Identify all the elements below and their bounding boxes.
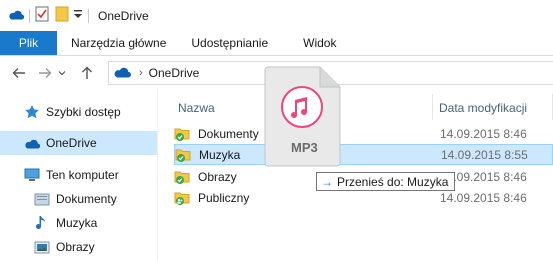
recent-locations-button[interactable] [56,62,68,84]
music-note-icon [34,215,50,231]
tab-view[interactable]: Widok [283,31,351,55]
new-folder-icon[interactable] [55,6,69,25]
move-arrow-icon: → [321,174,333,189]
nav-item-quick-access[interactable]: Szybki dostęp [0,100,157,124]
nav-item-label: Dokumenty [56,192,117,206]
arrow-left-icon [12,68,25,78]
drag-tooltip: → Przenieś do: Muzyka [316,172,456,191]
pictures-icon [34,239,50,255]
tab-share[interactable]: Udostępnianie [181,31,283,55]
nav-item-documents[interactable]: Dokumenty [0,187,157,211]
tab-file[interactable]: Plik [0,31,57,55]
chevron-right-icon: › [139,67,143,79]
onedrive-cloud-icon [8,9,25,23]
nav-item-label: OneDrive [46,136,97,150]
synced-folder-icon [175,147,191,163]
nav-item-label: Ten komputer [46,168,119,182]
nav-item-label: Obrazy [56,240,95,254]
chevron-down-icon [58,71,66,76]
drag-tooltip-text: Przenieś do: Muzyka [337,174,449,189]
up-button[interactable] [76,62,98,84]
arrow-right-icon [39,68,52,78]
file-type-label: MP3 [291,140,318,155]
file-modified: 14.09.2015 8:55 [441,147,528,162]
nav-item-music[interactable]: Muzyka [0,211,157,235]
file-modified: 14.09.2015 8:46 [440,126,527,141]
nav-item-this-pc[interactable]: Ten komputer [0,163,157,187]
onedrive-cloud-icon [24,135,40,151]
table-row[interactable]: Dokumenty 14.09.2015 8:46 [174,123,553,144]
shared-folder-icon [174,190,190,206]
file-name: Obrazy [198,169,237,184]
file-name: Dokumenty [198,126,259,141]
arrow-up-icon [82,66,92,79]
column-header-modified[interactable]: Data modyfikacji [439,95,527,121]
column-header-name[interactable]: Nazwa [178,95,215,121]
dropdown-icon[interactable] [73,8,83,23]
table-row[interactable]: Muzyka 14.09.2015 8:55 [174,144,553,165]
toolbar-divider [88,8,89,23]
forward-button[interactable] [34,62,56,84]
navigation-pane: Szybki dostęp OneDrive Ten komputer Doku… [0,89,160,261]
file-name: Publiczny [198,190,250,205]
back-button[interactable] [8,62,30,84]
file-modified: 14.09.2015 8:46 [440,190,527,205]
file-name: Muzyka [199,147,241,162]
pane-divider[interactable] [157,89,158,261]
nav-item-label: Muzyka [56,216,98,230]
onedrive-cloud-icon [113,66,131,81]
computer-icon [24,167,40,183]
toolbar-divider [29,8,30,23]
star-icon [24,104,40,120]
quick-access-toolbar [0,0,94,31]
column-divider[interactable] [432,94,433,120]
breadcrumb-onedrive[interactable]: OneDrive [149,66,200,80]
synced-folder-icon [174,126,190,142]
properties-icon[interactable] [35,6,49,25]
window-title: OneDrive [98,8,149,23]
synced-folder-icon [174,169,190,185]
nav-item-onedrive[interactable]: OneDrive [0,131,157,155]
ribbon-tabs: Plik Narzędzia główne Udostępnianie Wido… [0,31,553,56]
title-bar: OneDrive [0,0,553,31]
dragged-mp3-file[interactable]: MP3 [260,66,344,170]
nav-item-pictures[interactable]: Obrazy [0,235,157,259]
tab-home[interactable]: Narzędzia główne [57,31,181,55]
documents-icon [34,191,50,207]
nav-item-label: Szybki dostęp [46,105,121,119]
